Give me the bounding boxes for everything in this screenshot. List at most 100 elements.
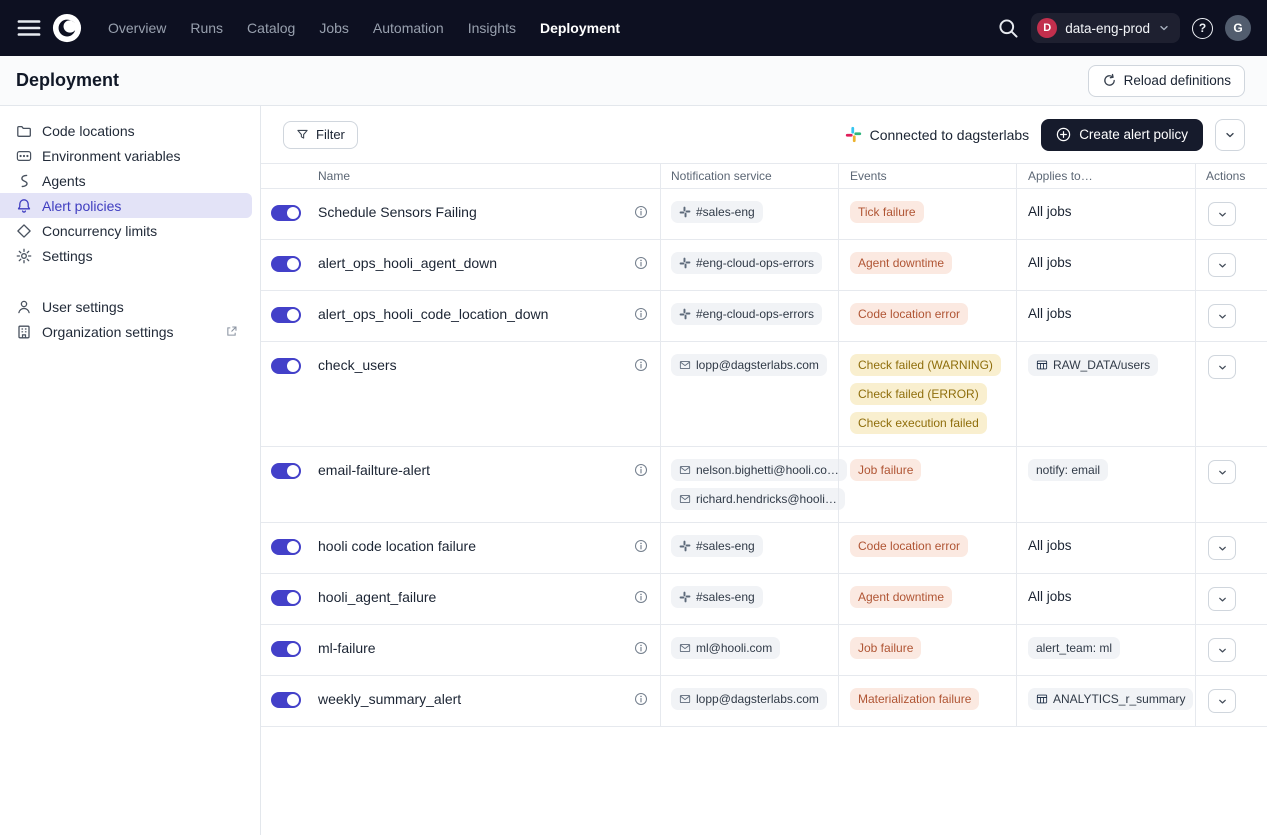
slack-channel-tag: #sales-eng	[671, 586, 763, 608]
policy-enabled-toggle[interactable]	[271, 641, 301, 657]
info-icon[interactable]	[634, 641, 648, 655]
workspace-avatar: D	[1037, 18, 1057, 38]
tag-pill: alert_team: ml	[1028, 637, 1120, 659]
row-actions-button[interactable]	[1208, 689, 1236, 713]
header-actions: Actions	[1195, 164, 1267, 188]
row-actions-button[interactable]	[1208, 536, 1236, 560]
slack-connection-label: Connected to dagsterlabs	[870, 127, 1030, 143]
sidebar-item-code-locations[interactable]: Code locations	[0, 118, 252, 143]
info-icon[interactable]	[634, 256, 648, 270]
info-icon[interactable]	[634, 463, 648, 477]
chevron-down-icon	[1217, 696, 1228, 707]
header-applies-to: Applies to…	[1016, 164, 1195, 188]
nav-item-overview[interactable]: Overview	[98, 14, 176, 42]
sidebar-item-user-settings[interactable]: User settings	[0, 294, 252, 319]
sidebar-item-label: Code locations	[42, 123, 135, 139]
search-icon[interactable]	[997, 17, 1019, 39]
applies-to-cell: All jobs	[1016, 189, 1195, 239]
row-actions-button[interactable]	[1208, 355, 1236, 379]
slack-icon	[845, 126, 862, 143]
actions-cell	[1195, 574, 1267, 624]
info-icon[interactable]	[634, 590, 648, 604]
info-icon[interactable]	[634, 307, 648, 321]
concurrency-icon	[16, 223, 32, 239]
nav-item-catalog[interactable]: Catalog	[237, 14, 305, 42]
workspace-switcher[interactable]: D data-eng-prod	[1031, 13, 1180, 43]
sidebar-item-label: Concurrency limits	[42, 223, 157, 239]
notification-label: richard.hendricks@hooli…	[696, 492, 837, 506]
alert-policy-row: check_userslopp@dagsterlabs.comCheck fai…	[261, 342, 1267, 447]
more-options-button[interactable]	[1215, 119, 1245, 151]
row-actions-button[interactable]	[1208, 638, 1236, 662]
header-toggle	[261, 164, 310, 188]
alert-policies-toolbar: Filter Connected to dagsterlabs Create a…	[261, 106, 1267, 163]
header-events: Events	[838, 164, 1016, 188]
create-alert-policy-button[interactable]: Create alert policy	[1041, 119, 1203, 151]
notification-service-cell: ml@hooli.com	[660, 625, 838, 675]
help-icon[interactable]: ?	[1192, 18, 1213, 39]
policy-enabled-toggle[interactable]	[271, 692, 301, 708]
policy-enabled-toggle[interactable]	[271, 256, 301, 272]
external-link-icon	[225, 325, 238, 338]
notification-label: #sales-eng	[696, 205, 755, 219]
policy-name: hooli_agent_failure	[318, 589, 436, 605]
filter-button[interactable]: Filter	[283, 121, 358, 149]
sidebar-item-label: Alert policies	[42, 198, 121, 214]
policy-enabled-toggle[interactable]	[271, 307, 301, 323]
info-icon[interactable]	[634, 205, 648, 219]
sidebar-item-label: Environment variables	[42, 148, 181, 164]
policy-enabled-toggle[interactable]	[271, 590, 301, 606]
chevron-down-icon	[1217, 543, 1228, 554]
policy-enabled-toggle[interactable]	[271, 539, 301, 555]
reload-definitions-button[interactable]: Reload definitions	[1088, 65, 1245, 97]
sidebar-item-settings[interactable]: Settings	[0, 243, 252, 268]
policy-name: check_users	[318, 357, 397, 373]
policy-name: email-failture-alert	[318, 462, 430, 478]
policy-name: alert_ops_hooli_agent_down	[318, 255, 497, 271]
slack-gray-icon	[679, 540, 691, 552]
deployment-sidebar: Code locations Environment variables Agent…	[0, 106, 261, 835]
notification-label: lopp@dagsterlabs.com	[696, 358, 819, 372]
row-actions-button[interactable]	[1208, 304, 1236, 328]
nav-item-insights[interactable]: Insights	[458, 14, 526, 42]
alert-policy-row: ml-failureml@hooli.comJob failurealert_t…	[261, 625, 1267, 676]
reload-icon	[1102, 73, 1117, 88]
slack-gray-icon	[679, 257, 691, 269]
policy-enabled-toggle[interactable]	[271, 463, 301, 479]
menu-icon[interactable]	[16, 15, 42, 41]
sidebar-item-concurrency-limits[interactable]: Concurrency limits	[0, 218, 252, 243]
row-actions-button[interactable]	[1208, 202, 1236, 226]
toggle-cell	[261, 625, 310, 675]
policy-enabled-toggle[interactable]	[271, 205, 301, 221]
info-icon[interactable]	[634, 539, 648, 553]
name-cell: check_users	[310, 342, 660, 446]
row-actions-button[interactable]	[1208, 253, 1236, 277]
sidebar-item-agents[interactable]: Agents	[0, 168, 252, 193]
sidebar-item-alert-policies[interactable]: Alert policies	[0, 193, 252, 218]
alert-policy-row: email-failture-alertnelson.bighetti@hool…	[261, 447, 1267, 523]
policy-enabled-toggle[interactable]	[271, 358, 301, 374]
alert-policy-row: hooli code location failure#sales-engCod…	[261, 523, 1267, 574]
dagster-logo[interactable]	[52, 13, 82, 43]
user-icon	[16, 299, 32, 315]
create-alert-policy-label: Create alert policy	[1079, 127, 1188, 142]
events-cell: Agent downtime	[838, 574, 1016, 624]
sidebar-item-environment-variables[interactable]: Environment variables	[0, 143, 252, 168]
row-actions-button[interactable]	[1208, 587, 1236, 611]
nav-item-runs[interactable]: Runs	[180, 14, 233, 42]
folder-icon	[16, 123, 32, 139]
nav-item-jobs[interactable]: Jobs	[309, 14, 359, 42]
user-avatar[interactable]: G	[1225, 15, 1251, 41]
info-icon[interactable]	[634, 358, 648, 372]
nav-item-deployment[interactable]: Deployment	[530, 14, 630, 42]
toggle-cell	[261, 676, 310, 726]
notification-service-cell: lopp@dagsterlabs.com	[660, 342, 838, 446]
applies-to-label: ANALYTICS_r_summary	[1053, 692, 1185, 706]
row-actions-button[interactable]	[1208, 460, 1236, 484]
nav-item-automation[interactable]: Automation	[363, 14, 454, 42]
toggle-cell	[261, 447, 310, 522]
page-title: Deployment	[16, 70, 119, 91]
applies-to-text: All jobs	[1028, 306, 1072, 321]
sidebar-item-organization-settings[interactable]: Organization settings	[0, 319, 252, 344]
info-icon[interactable]	[634, 692, 648, 706]
